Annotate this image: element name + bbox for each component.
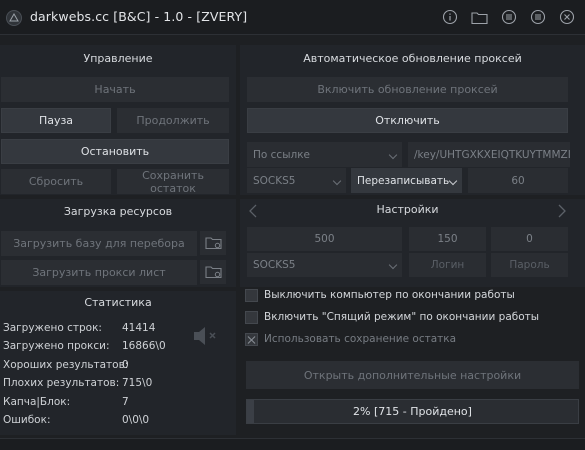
enable-proxy-update-button[interactable]: Включить обновление проксей xyxy=(247,77,568,102)
progress-label: 2% [715 - Пройдено] xyxy=(353,405,472,418)
stat-row-errors: Ошибок: 0\0\0 xyxy=(3,414,150,426)
option-shutdown[interactable]: Выключить компьютер по окончании работы xyxy=(245,286,580,304)
timeout-input[interactable]: 150 xyxy=(409,227,486,251)
proxy-type-select[interactable]: SOCKS5 xyxy=(247,253,402,277)
proxy-url-input[interactable]: /key/UHTGXKXEIQTKUYTMMZIYC xyxy=(408,142,570,167)
load-proxy-button[interactable]: Загрузить прокси лист xyxy=(1,260,197,285)
update-interval-input[interactable]: 60 xyxy=(468,168,568,193)
shutdown-checkbox[interactable] xyxy=(245,288,258,302)
stats-header: Статистика xyxy=(84,296,152,309)
chevron-down-icon xyxy=(332,176,342,185)
chevron-down-icon xyxy=(448,176,458,185)
folder-icon[interactable] xyxy=(470,8,488,26)
save-remainder-checkbox[interactable] xyxy=(245,332,258,346)
proxy-update-header: Автоматическое обновление проксей xyxy=(303,52,522,65)
management-header: Управление xyxy=(83,52,153,65)
start-button[interactable]: Начать xyxy=(1,77,229,102)
stat-row-good: Хороших результатов: 0 xyxy=(3,359,129,371)
resume-button[interactable]: Продолжить xyxy=(117,108,229,133)
load-base-folder-icon[interactable] xyxy=(200,231,226,255)
pause-button[interactable]: Пауза xyxy=(1,108,111,133)
stat-row-captcha: Капча|Блок: 7 xyxy=(3,396,129,408)
load-base-button[interactable]: Загрузить базу для перебора xyxy=(1,231,197,256)
disable-proxy-update-button[interactable]: Отключить xyxy=(247,108,568,133)
progress-bar: 2% [715 - Пройдено] xyxy=(246,399,579,424)
proxy-source-select[interactable]: По ссылке xyxy=(247,142,402,167)
proxy-password-input[interactable]: Пароль xyxy=(491,253,568,277)
chevron-down-icon xyxy=(388,150,398,159)
save-remainder-button[interactable]: Сохранить остаток xyxy=(117,169,229,195)
close-icon[interactable] xyxy=(558,8,576,26)
proxy-protocol-select[interactable]: SOCKS5 xyxy=(247,168,346,193)
list-icon[interactable] xyxy=(500,8,518,26)
option-sleep[interactable]: Включить "Спящий режим" по окончании раб… xyxy=(245,308,580,326)
retries-input[interactable]: 0 xyxy=(491,227,568,251)
sleep-checkbox[interactable] xyxy=(245,310,258,324)
chevron-right-icon[interactable] xyxy=(557,204,567,221)
app-logo-icon xyxy=(6,10,22,26)
settings-header: Настройки xyxy=(376,203,439,216)
info-icon[interactable] xyxy=(441,8,459,26)
proxy-login-input[interactable]: Логин xyxy=(409,253,486,277)
status-bar xyxy=(0,438,585,450)
stop-button[interactable]: Остановить xyxy=(1,139,229,164)
speaker-mute-icon[interactable] xyxy=(192,325,220,350)
threads-input[interactable]: 500 xyxy=(247,227,402,251)
advanced-settings-button[interactable]: Открыть дополнительные настройки xyxy=(246,361,579,389)
chevron-down-icon xyxy=(388,260,398,270)
reset-button[interactable]: Сбросить xyxy=(1,169,111,194)
menu-icon[interactable] xyxy=(529,8,547,26)
load-proxy-folder-icon[interactable] xyxy=(200,260,226,284)
title-bar: darkwebs.cc [B&C] - 1.0 - [ZVERY] xyxy=(0,0,585,35)
window-title: darkwebs.cc [B&C] - 1.0 - [ZVERY] xyxy=(30,9,248,24)
stat-row-bad: Плохих результатов: 715\0 xyxy=(3,377,153,389)
resources-header: Загрузка ресурсов xyxy=(63,205,173,218)
option-save-remainder[interactable]: Использовать сохранение остатка xyxy=(245,330,580,348)
proxy-rewrite-select[interactable]: Перезаписывать xyxy=(351,168,462,193)
